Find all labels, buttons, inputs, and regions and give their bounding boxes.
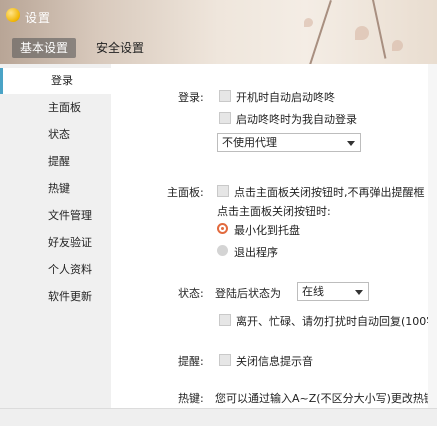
sidebar-item-label: 主面板 bbox=[48, 101, 81, 114]
decor-branch bbox=[308, 0, 332, 68]
sidebar-item-label: 好友验证 bbox=[48, 236, 92, 249]
sidebar-item-label: 状态 bbox=[48, 128, 70, 141]
exit-program-label: 退出程序 bbox=[234, 246, 278, 259]
hotkey-section-label: 热键: bbox=[178, 392, 204, 405]
window-title: 设置 bbox=[25, 11, 52, 25]
no-prompt-checkbox[interactable] bbox=[217, 185, 229, 197]
hotkey-description: 您可以通过输入A~Z(不区分大小写)更改热键 bbox=[215, 392, 435, 405]
sidebar-item-hotkey[interactable]: 热键 bbox=[0, 176, 111, 202]
no-prompt-label: 点击主面板关闭按钮时,不再弹出提醒框 bbox=[234, 186, 425, 199]
sidebar-item-software-update[interactable]: 软件更新 bbox=[0, 284, 111, 310]
sidebar-item-label: 文件管理 bbox=[48, 209, 92, 222]
status-select[interactable]: 在线 bbox=[297, 282, 369, 301]
on-close-label: 点击主面板关闭按钮时: bbox=[217, 205, 331, 218]
chevron-down-icon bbox=[355, 290, 363, 295]
sidebar-item-friend-verification[interactable]: 好友验证 bbox=[0, 230, 111, 256]
proxy-select-value: 不使用代理 bbox=[222, 136, 277, 149]
auto-reply-checkbox[interactable] bbox=[219, 314, 231, 326]
decor-petal bbox=[355, 26, 369, 40]
tab-basic-settings[interactable]: 基本设置 bbox=[12, 38, 77, 58]
after-login-status-label: 登陆后状态为 bbox=[215, 287, 281, 300]
content-scrollbar[interactable] bbox=[428, 64, 437, 408]
sidebar-item-reminder[interactable]: 提醒 bbox=[0, 149, 111, 175]
sidebar: 登录 主面板 状态 提醒 热键 文件管理 好友验证 个人资料 软件更新 bbox=[0, 64, 114, 408]
title-header: 设置 基本设置 安全设置 bbox=[0, 0, 437, 68]
auto-login-label: 启动咚咚时为我自动登录 bbox=[236, 113, 357, 126]
chevron-down-icon bbox=[347, 141, 355, 146]
sidebar-item-label: 软件更新 bbox=[48, 290, 92, 303]
status-select-value: 在线 bbox=[302, 285, 324, 298]
main-panel-section-label: 主面板: bbox=[167, 186, 204, 199]
exit-program-radio[interactable] bbox=[217, 245, 228, 256]
sidebar-item-label: 个人资料 bbox=[48, 263, 92, 276]
settings-content: 登录: 开机时自动启动咚咚 启动咚咚时为我自动登录 不使用代理 主面板: 点击主… bbox=[111, 64, 437, 408]
sidebar-item-main-panel[interactable]: 主面板 bbox=[0, 95, 111, 121]
auto-start-label: 开机时自动启动咚咚 bbox=[236, 91, 335, 104]
close-info-sound-label: 关闭信息提示音 bbox=[236, 355, 313, 368]
reminder-section-label: 提醒: bbox=[178, 355, 204, 368]
sidebar-item-label: 提醒 bbox=[48, 155, 70, 168]
tab-security-settings[interactable]: 安全设置 bbox=[88, 38, 152, 58]
bottom-bar bbox=[0, 408, 437, 426]
minimize-to-tray-label: 最小化到托盘 bbox=[234, 224, 300, 237]
sidebar-item-file-management[interactable]: 文件管理 bbox=[0, 203, 111, 229]
sidebar-item-login[interactable]: 登录 bbox=[0, 68, 114, 94]
sidebar-item-status[interactable]: 状态 bbox=[0, 122, 111, 148]
app-logo-icon bbox=[6, 8, 20, 22]
close-info-sound-checkbox[interactable] bbox=[219, 354, 231, 366]
decor-petal bbox=[304, 18, 313, 27]
auto-login-checkbox[interactable] bbox=[219, 112, 231, 124]
decor-petal bbox=[392, 40, 403, 51]
auto-reply-label: 离开、忙碌、请勿打扰时自动回复(100字以 bbox=[236, 315, 437, 328]
settings-window: 设置 基本设置 安全设置 登录 主面板 状态 提醒 热键 文件管理 好友验证 个… bbox=[0, 0, 437, 426]
proxy-select[interactable]: 不使用代理 bbox=[217, 133, 361, 152]
status-section-label: 状态: bbox=[178, 287, 204, 300]
login-section-label: 登录: bbox=[178, 91, 204, 104]
minimize-to-tray-radio[interactable] bbox=[217, 223, 228, 234]
sidebar-item-profile[interactable]: 个人资料 bbox=[0, 257, 111, 283]
auto-start-checkbox[interactable] bbox=[219, 90, 231, 102]
decor-branch bbox=[372, 0, 387, 59]
sidebar-item-label: 登录 bbox=[51, 74, 73, 87]
sidebar-item-label: 热键 bbox=[48, 182, 70, 195]
